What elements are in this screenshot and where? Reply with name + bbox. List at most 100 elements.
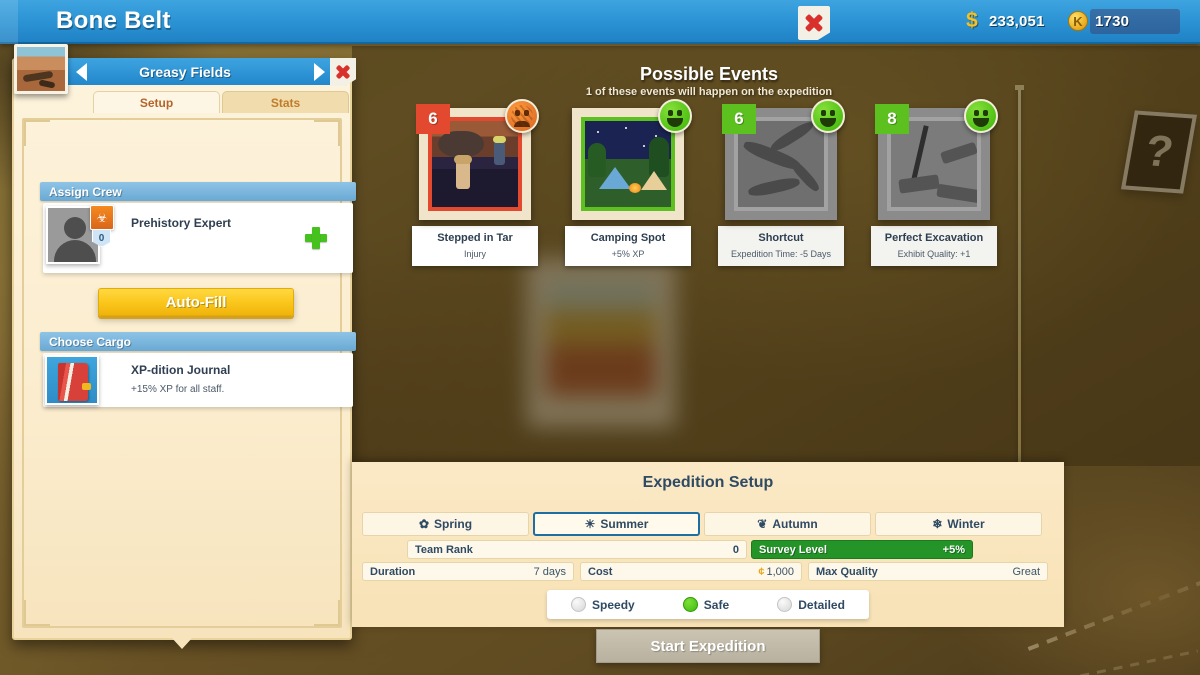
event-card-frame: [572, 99, 692, 220]
location-name: Greasy Fields: [139, 63, 231, 80]
season-label: Autumn: [772, 517, 818, 531]
max-quality-stat: Max Quality Great: [808, 562, 1048, 581]
event-card-label: Perfect Excavation Exhibit Quality: +1: [871, 226, 997, 266]
happy-face-icon: [658, 99, 692, 133]
happy-face-icon: [811, 99, 845, 133]
event-card-frame: 6: [722, 99, 845, 220]
event-weight-badge: 8: [875, 104, 909, 134]
event-name: Shortcut: [758, 232, 804, 244]
panel-corner-tl: [24, 120, 50, 146]
max-quality-value: Great: [1012, 565, 1040, 578]
team-rank-bar: Team Rank 0: [407, 540, 747, 559]
radio-icon: [777, 597, 793, 612]
tab-stats[interactable]: Stats: [222, 91, 349, 113]
survey-level-label: Survey Level: [759, 543, 827, 556]
crew-slot[interactable]: ☣ 0 Prehistory Expert: [43, 203, 353, 273]
expedition-setup-panel: Expedition Setup ✿ Spring ☀ Summer ❦ Aut…: [352, 462, 1064, 627]
pace-label: Safe: [703, 597, 730, 612]
season-label: Summer: [600, 517, 649, 531]
expedition-setup-title: Expedition Setup: [642, 474, 774, 491]
pace-option-safe[interactable]: Safe: [682, 597, 730, 612]
event-card-label: Shortcut Expedition Time: -5 Days: [718, 226, 844, 266]
event-name: Stepped in Tar: [437, 232, 513, 244]
pace-selector: Speedy Safe Detailed: [547, 590, 869, 619]
start-expedition-button[interactable]: Start Expedition: [596, 629, 820, 663]
arrow-left-icon[interactable]: [76, 62, 87, 81]
team-rank-value: 0: [732, 543, 739, 556]
money-counter: $ 233,051: [962, 9, 1045, 32]
happy-face-icon: [964, 99, 998, 133]
radio-selected-icon: [682, 597, 698, 612]
max-quality-label: Max Quality: [816, 565, 878, 578]
panel-corner-tr: [314, 120, 340, 146]
pace-option-speedy[interactable]: Speedy: [571, 597, 635, 612]
duration-label: Duration: [370, 565, 416, 578]
cost-label: Cost: [588, 565, 613, 578]
map-dashed-path-secondary: [1079, 649, 1199, 675]
tab-setup[interactable]: Setup: [93, 91, 220, 113]
rank-survey-row: Team Rank 0 Survey Level +5%: [362, 540, 1054, 559]
campsite-art: [581, 117, 675, 211]
assign-crew-label: Assign Crew: [49, 184, 122, 199]
pace-option-detailed[interactable]: Detailed: [777, 597, 845, 612]
plus-icon[interactable]: [305, 227, 327, 249]
event-card[interactable]: 6 Stepped in Tar Injury: [412, 99, 539, 266]
close-x-icon: [336, 65, 350, 79]
journal-book-icon: [45, 355, 99, 405]
season-option-summer[interactable]: ☀ Summer: [533, 512, 700, 536]
token-value: 1730: [1095, 12, 1130, 30]
choose-cargo-header: Choose Cargo: [40, 332, 356, 351]
event-weight-badge: 6: [416, 104, 450, 134]
event-card-label: Stepped in Tar Injury: [412, 226, 538, 266]
event-card-frame: 6: [416, 99, 539, 220]
page-title: Bone Belt: [56, 7, 171, 34]
event-effect: Exhibit Quality: +1: [897, 249, 971, 259]
event-name: Perfect Excavation: [884, 232, 984, 244]
close-button[interactable]: [798, 6, 830, 40]
season-option-winter[interactable]: ❄ Winter: [875, 512, 1042, 536]
left-panel: Assign Crew ☣ 0 Prehistory Expert Auto-F…: [12, 58, 356, 649]
event-effect: Expedition Time: -5 Days: [730, 249, 832, 259]
event-name: Camping Spot: [590, 232, 666, 244]
cost-value-wrap: ¢ 1,000: [758, 566, 794, 578]
sun-icon: ☀: [584, 517, 596, 531]
leaf-icon: ❦: [757, 517, 768, 531]
event-effect: Injury: [463, 249, 486, 259]
arrow-right-icon[interactable]: [314, 62, 325, 81]
duration-stat: Duration 7 days: [362, 562, 574, 581]
cost-value: 1,000: [766, 565, 794, 578]
cargo-slot[interactable]: XP-dition Journal +15% XP for all staff.: [43, 353, 353, 407]
survey-level-value: +5%: [942, 543, 965, 556]
token-icon: K: [1068, 11, 1088, 31]
top-title-bar: Bone Belt $ 233,051 K 1730: [0, 0, 1200, 44]
location-nav-bar: Greasy Fields: [26, 58, 344, 85]
event-effect: +5% XP: [611, 249, 645, 259]
team-rank-label: Team Rank: [415, 543, 473, 556]
token-counter: K 1730: [1068, 11, 1129, 31]
survey-level-bar: Survey Level +5%: [751, 540, 973, 559]
panel-bottom-notch: [171, 637, 193, 649]
prehistory-skill-icon: ☣: [90, 205, 114, 230]
event-card[interactable]: 6 Shortcut Expedition Time: -5 Days: [718, 99, 845, 266]
money-icon: $: [966, 9, 978, 32]
event-card-frame: 8: [875, 99, 998, 220]
event-card[interactable]: 8 Perfect Excavation Exhibit Quality: +1: [871, 99, 998, 266]
event-card-label: Camping Spot +5% XP: [565, 226, 691, 266]
season-label: Winter: [947, 517, 985, 531]
money-value: 233,051: [989, 12, 1045, 30]
event-card[interactable]: Camping Spot +5% XP: [565, 99, 692, 266]
auto-fill-button[interactable]: Auto-Fill: [98, 288, 294, 316]
cost-stat: Cost ¢ 1,000: [580, 562, 802, 581]
flower-icon: ✿: [418, 517, 430, 531]
event-weight-badge: 6: [722, 104, 756, 134]
possible-events-title: Possible Events: [639, 64, 779, 84]
season-option-spring[interactable]: ✿ Spring: [362, 512, 529, 536]
season-label: Spring: [434, 517, 473, 531]
cargo-name: XP-dition Journal: [131, 363, 231, 377]
cargo-description: +15% XP for all staff.: [131, 384, 225, 395]
season-option-autumn[interactable]: ❦ Autumn: [704, 512, 871, 536]
pace-label: Speedy: [592, 597, 635, 612]
sad-face-icon: [505, 99, 539, 133]
snowflake-icon: ❄: [932, 517, 943, 531]
money-icon: ¢: [758, 565, 765, 578]
